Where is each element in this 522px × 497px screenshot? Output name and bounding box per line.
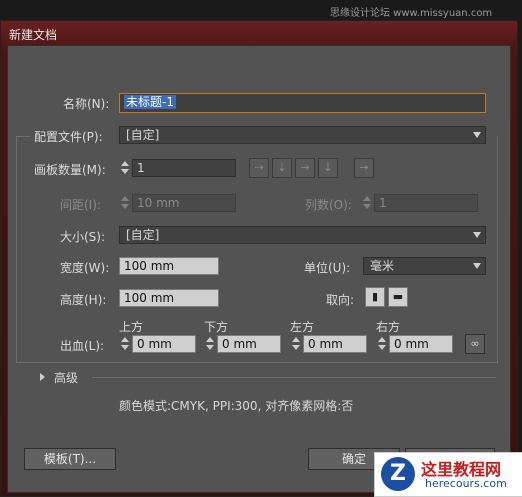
window-title: 新建文档 [9, 28, 58, 42]
bleed-label: 出血(L): [60, 339, 105, 353]
bleed-right-label: 右方 [376, 320, 401, 334]
new-document-dialog: 新建文档 名称(N): 未标题-1 配置文件(P): [自定] 画板数量(M):… [0, 20, 518, 497]
right-to-left-icon[interactable]: → [354, 158, 374, 178]
spacing-label: 间距(I): [60, 198, 101, 212]
bleed-bottom-input[interactable]: 0 mm [217, 335, 281, 353]
spacing-stepper[interactable] [119, 194, 131, 212]
size-value: [自定] [126, 228, 160, 242]
grid-by-row-icon[interactable]: ⇢ [249, 158, 269, 178]
templates-button[interactable]: 模板(T)... [24, 448, 116, 470]
chain-link-icon[interactable]: ∞ [465, 334, 485, 354]
artboards-input[interactable]: 1 [132, 159, 236, 177]
landscape-icon[interactable]: ▬ [388, 287, 408, 307]
logo-url: herecours.com [425, 477, 507, 490]
arrange-by-row-icon[interactable]: → [295, 158, 315, 178]
width-input[interactable]: 100 mm [119, 257, 219, 275]
bleed-left-label: 左方 [290, 320, 315, 334]
chevron-down-icon [473, 232, 481, 238]
document-info-text: 颜色模式:CMYK, PPI:300, 对齐像素网格:否 [119, 399, 354, 413]
columns-label: 列数(O): [305, 198, 352, 212]
bleed-right-input[interactable]: 0 mm [389, 335, 453, 353]
portrait-icon[interactable]: ▮ [365, 287, 385, 307]
bleed-top-input[interactable]: 0 mm [132, 335, 196, 353]
advanced-divider [92, 377, 496, 378]
height-label: 高度(H): [60, 293, 107, 307]
document-name-value: 未标题-1 [124, 95, 176, 109]
bleed-bottom-label: 下方 [204, 320, 229, 334]
size-label: 大小(S): [60, 230, 106, 244]
bleed-right-stepper[interactable] [376, 335, 388, 353]
bleed-top-stepper[interactable] [119, 335, 131, 353]
artboards-label: 画板数量(M): [34, 163, 106, 177]
columns-stepper[interactable] [361, 194, 373, 212]
chevron-down-icon [473, 263, 481, 269]
units-value: 毫米 [370, 259, 395, 273]
artboards-stepper[interactable] [119, 159, 131, 177]
bleed-left-stepper[interactable] [290, 335, 302, 353]
size-dropdown[interactable]: [自定] [119, 226, 486, 244]
logo-mark: Z [381, 457, 415, 491]
advanced-label[interactable]: 高级 [54, 369, 78, 386]
height-input[interactable]: 100 mm [119, 289, 219, 307]
bleed-top-label: 上方 [119, 320, 144, 334]
arrange-by-column-icon[interactable]: ↓ [318, 158, 338, 178]
name-label: 名称(N): [63, 97, 110, 111]
units-label: 单位(U): [304, 261, 351, 275]
bleed-left-input[interactable]: 0 mm [303, 335, 367, 353]
site-logo: Z 这里教程网 herecours.com [374, 452, 522, 497]
bleed-bottom-stepper[interactable] [204, 335, 216, 353]
document-name-input[interactable]: 未标题-1 [119, 93, 486, 113]
spacing-input[interactable]: 10 mm [132, 194, 236, 212]
grid-by-column-icon[interactable]: ⇣ [272, 158, 292, 178]
dialog-body: 名称(N): 未标题-1 配置文件(P): [自定] 画板数量(M): 1 ⇢ … [7, 45, 511, 493]
units-dropdown[interactable]: 毫米 [363, 257, 486, 275]
watermark-text: 思缘设计论坛 www.missyuan.com [330, 8, 493, 19]
columns-input[interactable]: 1 [374, 194, 478, 212]
triangle-right-icon[interactable] [40, 373, 45, 381]
orientation-label: 取向: [326, 293, 355, 307]
width-label: 宽度(W): [60, 261, 110, 275]
